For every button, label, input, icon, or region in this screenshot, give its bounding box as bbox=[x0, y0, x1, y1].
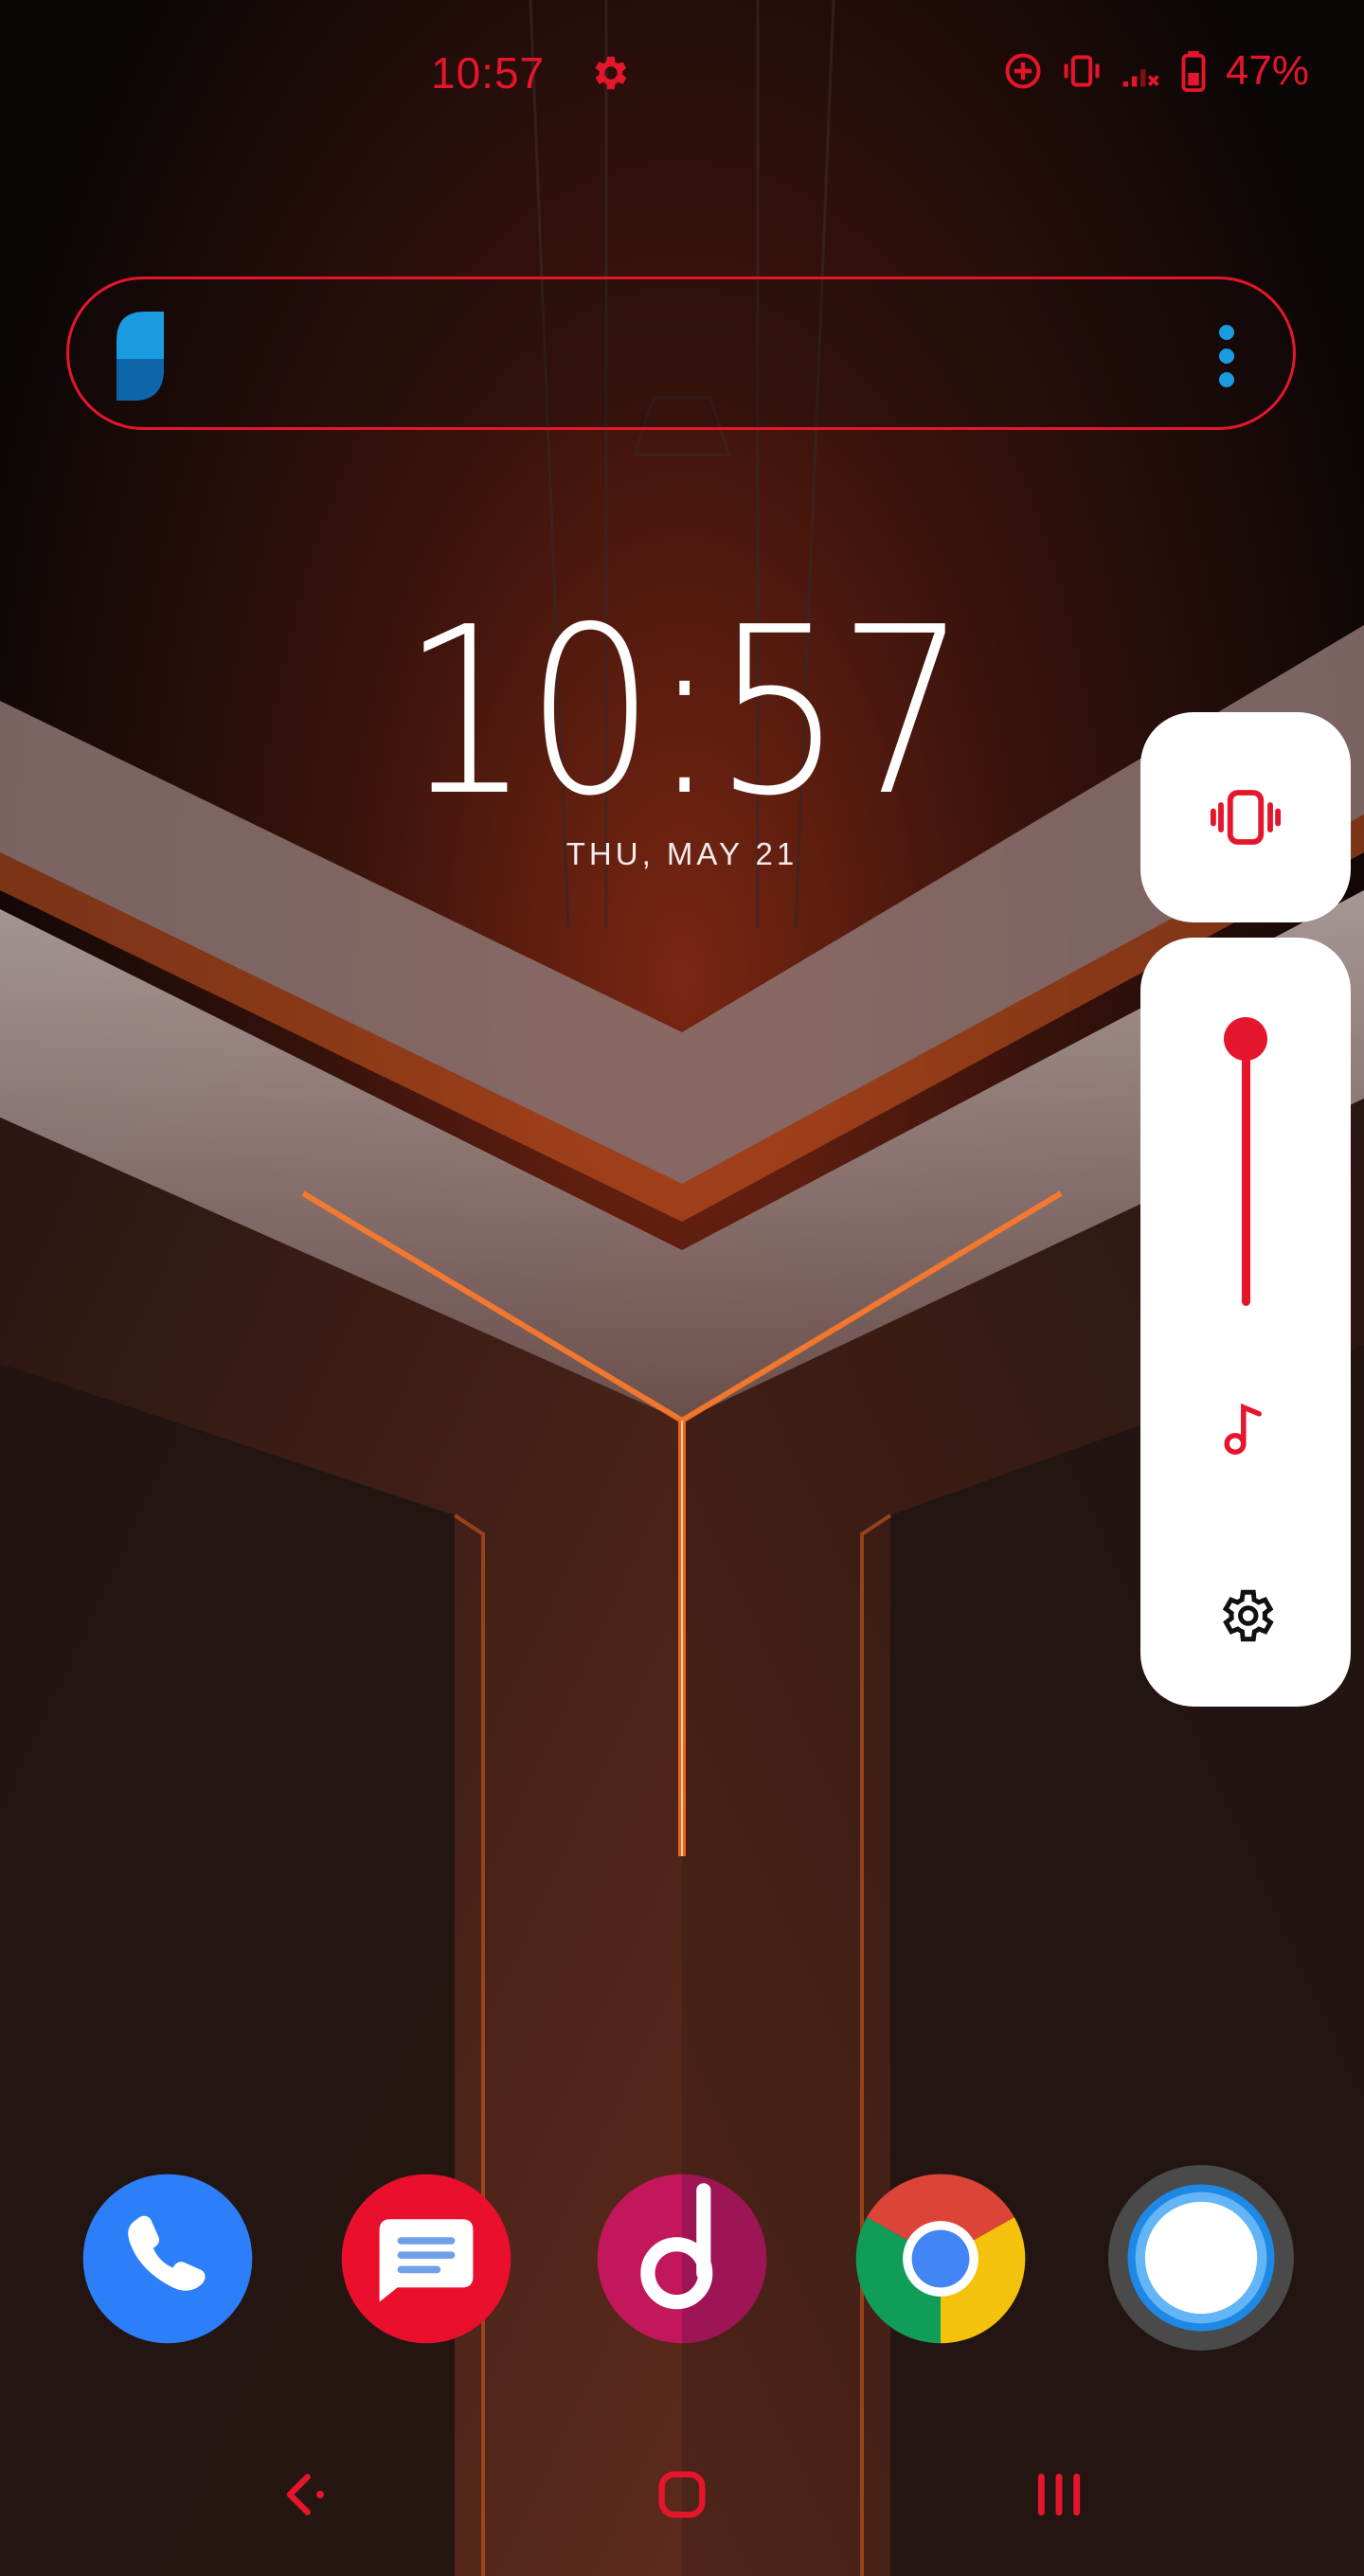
music-app-icon[interactable] bbox=[592, 2169, 772, 2349]
clock-time[interactable]: 10:57 bbox=[81, 578, 1282, 847]
vibrate-icon bbox=[1061, 50, 1103, 92]
vibrate-icon bbox=[1209, 780, 1283, 854]
signal-icon bbox=[1120, 50, 1161, 92]
music-note-icon[interactable] bbox=[1214, 1397, 1277, 1459]
volume-panel bbox=[1140, 938, 1351, 1707]
search-app-logo[interactable] bbox=[117, 312, 164, 401]
camera-app-icon[interactable] bbox=[1104, 2161, 1298, 2354]
gear-icon[interactable] bbox=[1214, 1584, 1277, 1647]
status-time: 10:57 bbox=[431, 48, 546, 98]
volume-slider-track[interactable] bbox=[1242, 1036, 1250, 1306]
recents-icon[interactable] bbox=[1029, 2464, 1089, 2530]
ringer-mode-button[interactable] bbox=[1140, 712, 1351, 922]
more-vert-icon[interactable] bbox=[1217, 323, 1236, 389]
battery-icon bbox=[1178, 49, 1209, 93]
chrome-app-icon[interactable] bbox=[851, 2169, 1031, 2349]
status-icons: 47% bbox=[1002, 47, 1309, 95]
battery-percent: 47% bbox=[1225, 47, 1309, 94]
settings-icon bbox=[587, 51, 631, 95]
back-icon[interactable] bbox=[275, 2464, 335, 2530]
data-saver-icon bbox=[1002, 50, 1044, 92]
volume-slider-thumb[interactable] bbox=[1224, 1017, 1267, 1061]
messages-app-icon[interactable] bbox=[336, 2169, 516, 2349]
status-bar: 10:57 47% bbox=[0, 0, 1364, 152]
navigation-bar bbox=[0, 2443, 1364, 2576]
search-widget[interactable] bbox=[66, 277, 1296, 430]
phone-app-icon[interactable] bbox=[78, 2169, 258, 2349]
home-icon[interactable] bbox=[652, 2464, 712, 2530]
app-dock bbox=[0, 2165, 1364, 2358]
